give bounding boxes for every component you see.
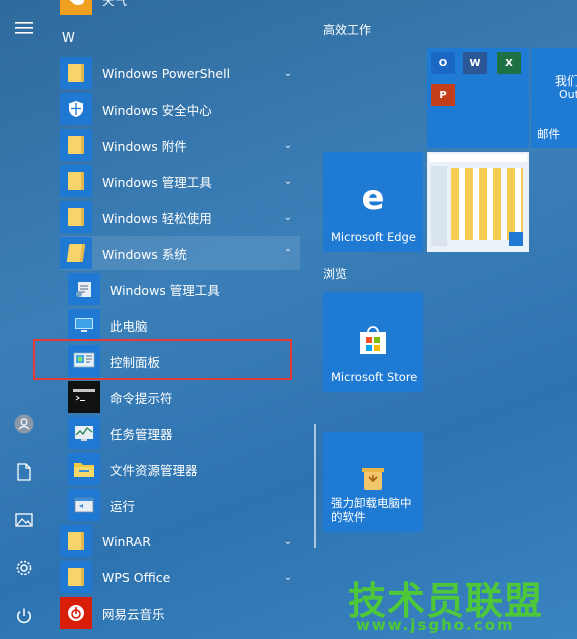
this-pc-icon xyxy=(68,309,100,341)
list-item-this-pc[interactable]: 此电脑 xyxy=(68,308,300,342)
list-item-label: WinRAR xyxy=(102,533,151,549)
uninstaller-label: 强力卸载电脑中的软件 xyxy=(331,496,412,524)
control-panel-icon xyxy=(68,345,100,377)
group-title-productivity[interactable]: 高效工作 xyxy=(323,21,371,38)
list-item-run[interactable]: 运行 xyxy=(68,488,300,522)
folder-icon xyxy=(60,165,92,197)
run-icon xyxy=(68,489,100,521)
edge-label: Microsoft Edge xyxy=(331,230,416,244)
documents-icon[interactable] xyxy=(12,460,36,484)
list-item-wps-office[interactable]: WPS Office ⌄ xyxy=(60,560,300,594)
list-item-windows-powershell[interactable]: Windows PowerShell ⌄ xyxy=(60,56,300,90)
edge-tile[interactable]: e Microsoft Edge xyxy=(323,152,423,252)
chevron-down-icon: ⌄ xyxy=(283,139,293,151)
list-item-control-panel[interactable]: 控制面板 xyxy=(68,344,300,378)
site-watermark: 技术员联盟 www.jsgho.com xyxy=(346,570,576,639)
list-item-windows-accessories[interactable]: Windows 附件 ⌄ xyxy=(60,128,300,162)
list-item-admin-tools[interactable]: Windows 管理工具 xyxy=(68,272,300,306)
user-account-icon[interactable] xyxy=(12,412,36,436)
list-item-label: WPS Office xyxy=(102,569,171,585)
admin-tools-icon xyxy=(68,273,100,305)
photo-thumb-bar xyxy=(429,154,527,162)
list-item-label: 命令提示符 xyxy=(110,390,173,406)
powerpoint-icon: P xyxy=(431,84,455,106)
list-item-command-prompt[interactable]: 命令提示符 xyxy=(68,380,300,414)
tiles-area: 高效工作 O W X P 我们 Out 邮件 e Microsoft Edge … xyxy=(310,0,577,639)
list-item-label: Windows PowerShell xyxy=(102,65,231,81)
netease-music-icon xyxy=(60,597,92,629)
edge-icon: e xyxy=(356,178,390,218)
folder-icon xyxy=(60,129,92,161)
office-tile[interactable]: O W X P xyxy=(427,48,529,148)
chevron-up-icon: ⌃ xyxy=(283,247,293,259)
store-label: Microsoft Store xyxy=(331,370,418,384)
mail-tile[interactable]: 我们 Out 邮件 xyxy=(531,48,577,148)
section-letter-w[interactable]: W xyxy=(62,31,75,46)
weather-icon xyxy=(60,0,92,15)
mail-label: 邮件 xyxy=(537,127,560,141)
list-item-label: 任务管理器 xyxy=(110,426,173,442)
chevron-down-icon: ⌄ xyxy=(283,175,293,187)
list-item-windows-ease-of-access[interactable]: Windows 轻松使用 ⌄ xyxy=(60,200,300,234)
pictures-icon[interactable] xyxy=(12,508,36,532)
photo-thumb-sidebar xyxy=(431,166,447,246)
list-item-netease-music[interactable]: 网易云音乐 xyxy=(60,596,300,630)
photo-thumb-files xyxy=(451,168,523,240)
list-item-windows-system[interactable]: Windows 系统 ⌃ xyxy=(60,236,300,270)
chevron-down-icon: ⌄ xyxy=(283,211,293,223)
mail-preview-text-2: Out xyxy=(559,88,577,101)
list-item-label: 此电脑 xyxy=(110,318,148,334)
list-item-label: 运行 xyxy=(110,498,136,514)
list-item-label: 控制面板 xyxy=(110,354,161,370)
outlook-icon: O xyxy=(431,52,455,74)
photos-tile[interactable] xyxy=(427,152,529,252)
folder-icon xyxy=(60,525,92,557)
power-icon[interactable] xyxy=(12,604,36,628)
list-item-windows-admin-tools[interactable]: Windows 管理工具 ⌄ xyxy=(60,164,300,198)
photos-app-icon xyxy=(509,232,523,246)
list-item-label: 文件资源管理器 xyxy=(110,462,198,478)
start-rail xyxy=(0,0,48,639)
list-item-label: Windows 系统 xyxy=(102,246,187,262)
list-item-file-explorer[interactable]: 文件资源管理器 xyxy=(68,452,300,486)
excel-icon: X xyxy=(497,52,521,74)
list-item-label: 网易云音乐 xyxy=(102,606,165,622)
recycle-bin-icon xyxy=(359,464,387,492)
word-icon: W xyxy=(463,52,487,74)
list-item-label: Windows 轻松使用 xyxy=(102,210,212,226)
chevron-down-icon: ⌄ xyxy=(283,67,293,79)
folder-icon xyxy=(60,57,92,89)
task-manager-icon xyxy=(68,417,100,449)
hamburger-menu-icon[interactable] xyxy=(12,16,36,40)
list-item-label: Windows 附件 xyxy=(102,138,187,154)
file-explorer-icon xyxy=(68,453,100,485)
list-item-windows-security[interactable]: Windows 安全中心 xyxy=(60,92,300,126)
shield-icon xyxy=(60,93,92,125)
list-item-task-manager[interactable]: 任务管理器 xyxy=(68,416,300,450)
list-item-weather[interactable]: 天气 xyxy=(60,0,300,16)
group-title-browse[interactable]: 浏览 xyxy=(323,265,347,282)
chevron-down-icon: ⌄ xyxy=(283,571,293,583)
chevron-down-icon: ⌄ xyxy=(283,535,293,547)
list-item-winrar[interactable]: WinRAR ⌄ xyxy=(60,524,300,558)
settings-gear-icon[interactable] xyxy=(12,556,36,580)
uninstaller-tile[interactable]: 强力卸载电脑中的软件 xyxy=(323,432,423,532)
list-item-label: Windows 管理工具 xyxy=(110,282,220,298)
list-item-label: Windows 安全中心 xyxy=(102,102,212,118)
list-item-label: Windows 管理工具 xyxy=(102,174,212,190)
command-prompt-icon xyxy=(68,381,100,413)
folder-open-icon xyxy=(60,237,92,269)
mail-preview-text: 我们 xyxy=(555,74,577,88)
store-bag-icon xyxy=(357,324,389,356)
svg-text:e: e xyxy=(361,180,384,214)
app-list: 天气 W Windows PowerShell ⌄ Windows 安全中心 W… xyxy=(48,0,310,639)
list-item-label: 天气 xyxy=(102,0,128,8)
watermark-url: www.jsgho.com xyxy=(356,616,515,634)
folder-icon xyxy=(60,201,92,233)
folder-icon xyxy=(60,561,92,593)
store-tile[interactable]: Microsoft Store xyxy=(323,292,423,392)
